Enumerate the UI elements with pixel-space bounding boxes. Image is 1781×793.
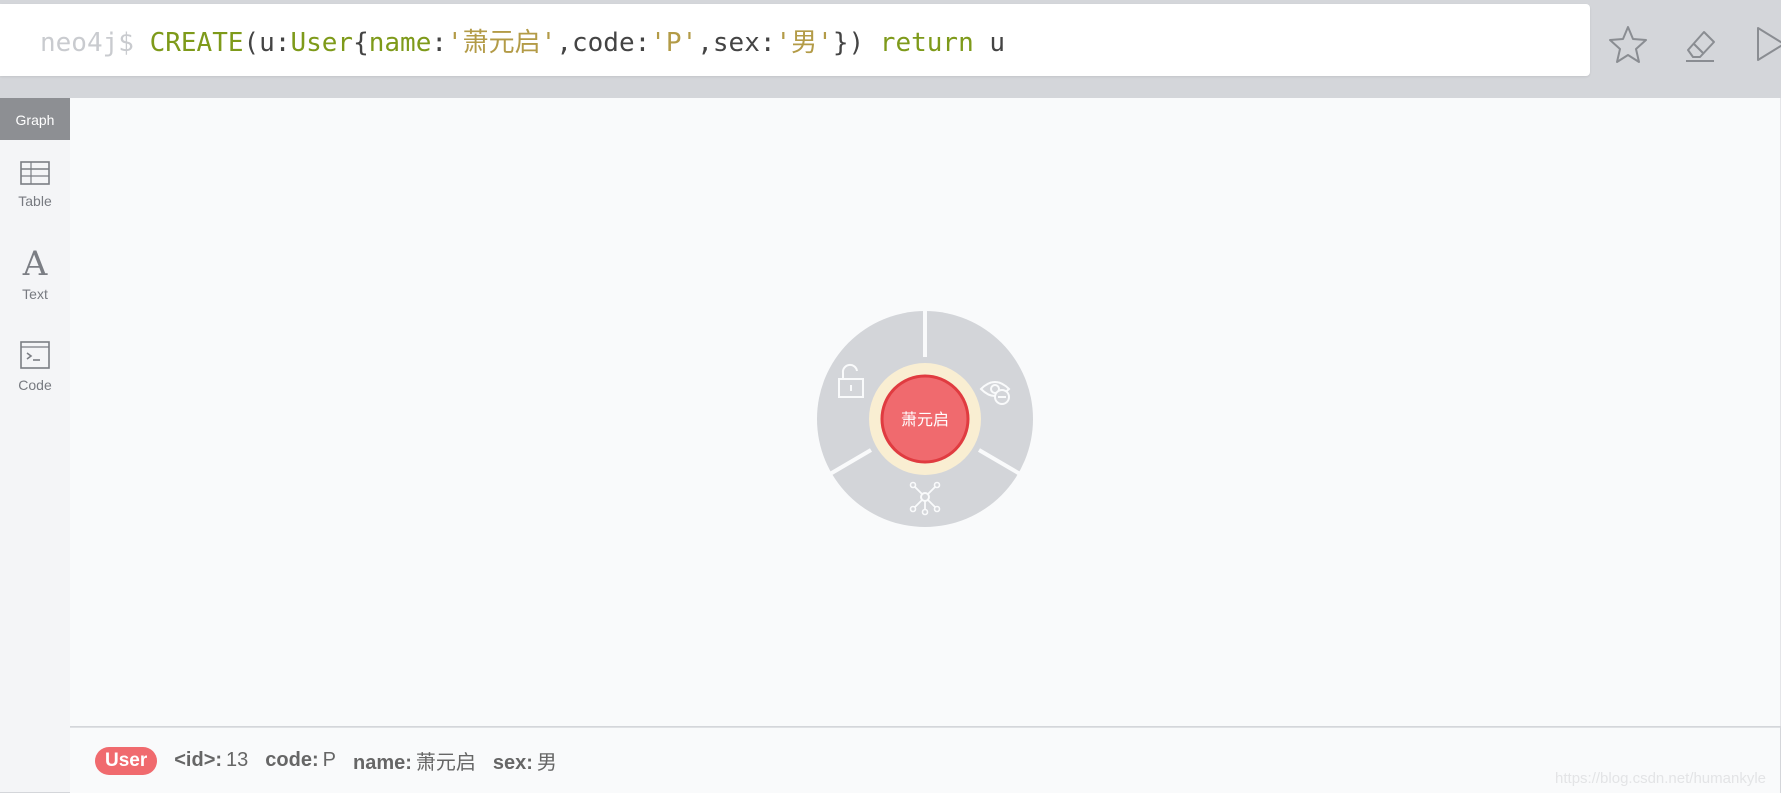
property-value: P: [322, 749, 336, 771]
property-value: 13: [226, 749, 249, 771]
node-caption: 萧元启: [901, 410, 949, 429]
code-token: '男': [775, 27, 833, 58]
run-button[interactable]: [1746, 22, 1781, 66]
sidebar-item-label: Text: [22, 286, 48, 302]
result-view-sidebar: Graph Table A Text Code: [0, 98, 70, 792]
code-token: {: [353, 27, 369, 58]
code-token: ,sex:: [697, 27, 776, 58]
query-text[interactable]: neo4j$ CREATE(u:User{name:'萧元启',code:'P'…: [40, 22, 1005, 59]
eraser-icon: [1686, 31, 1715, 62]
property-value: 男: [536, 752, 557, 774]
code-token: return: [879, 27, 974, 58]
property-key: code:: [265, 749, 319, 771]
node-group[interactable]: 萧元启: [817, 309, 1033, 527]
property-code: code: P: [265, 749, 336, 772]
code-token: :: [431, 27, 448, 58]
code-token: u: [973, 27, 1006, 58]
code-token: (u:: [243, 27, 291, 58]
clear-button[interactable]: [1678, 22, 1722, 66]
table-icon: [20, 161, 50, 185]
property-sex: sex: 男: [493, 746, 557, 775]
code-token: }): [832, 27, 880, 58]
inspector-statusbar: User <id>: 13 code: P name: 萧元启 sex: 男 https…: [70, 727, 1780, 793]
sidebar-item-graph[interactable]: Graph: [0, 98, 70, 140]
query-editor[interactable]: neo4j$ CREATE(u:User{name:'萧元启',code:'P'…: [0, 4, 1590, 76]
code-token: 'P': [650, 27, 698, 58]
code-icon: [20, 341, 50, 369]
code-token: ,code:: [556, 27, 651, 58]
code-token: User: [290, 27, 354, 58]
code-token: '萧元启': [447, 27, 557, 58]
star-icon: [1609, 26, 1647, 63]
label-badge[interactable]: User: [95, 746, 158, 775]
sidebar-item-label: Table: [18, 193, 52, 209]
code-token: name: [368, 27, 432, 58]
graph-view: 萧元启: [817, 309, 1033, 527]
code-token: CREATE: [149, 27, 244, 58]
text-icon: A: [22, 244, 48, 284]
property-value: 萧元启: [415, 752, 476, 774]
property-id: <id>: 13: [174, 749, 248, 772]
sidebar-item-label: Code: [18, 377, 52, 393]
graph-canvas[interactable]: 萧元启: [70, 98, 1781, 726]
prompt-text: neo4j$: [40, 27, 150, 58]
property-key: <id>:: [174, 749, 223, 771]
property-key: sex:: [492, 752, 533, 774]
watermark-text: https://blog.csdn.net/humankyle: [1555, 770, 1766, 787]
play-icon: [1757, 27, 1781, 61]
property-name: name: 萧元启: [353, 746, 476, 775]
property-key: name:: [352, 752, 412, 774]
favorite-button[interactable]: [1606, 22, 1650, 66]
sidebar-item-code[interactable]: Code: [0, 340, 70, 393]
sidebar-item-table[interactable]: Table: [0, 160, 70, 209]
sidebar-item-label: Graph: [15, 112, 55, 128]
sidebar-item-text[interactable]: A Text: [0, 246, 70, 302]
